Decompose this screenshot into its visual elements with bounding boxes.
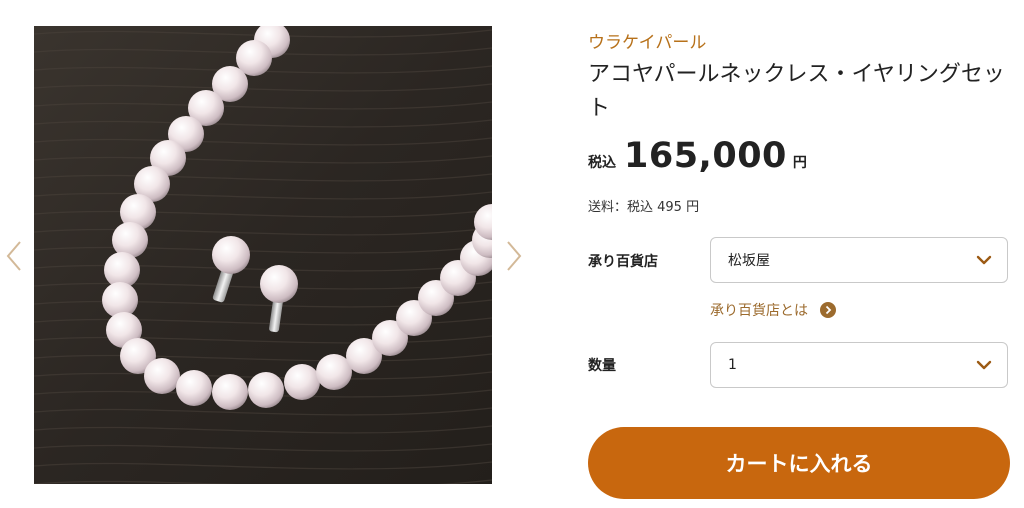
shipping-fee: 送料：税込 495 円 — [588, 200, 700, 215]
store-field-label: 承り百貨店 — [588, 254, 658, 270]
circle-arrow-right-icon — [820, 302, 836, 318]
price-value: 165,000 — [624, 136, 787, 176]
product-image — [34, 26, 492, 484]
product-page: ウラケイパール アコヤパールネックレス・イヤリングセット 税込 165,000 … — [0, 0, 1024, 508]
quantity-select[interactable]: 1 — [710, 342, 1008, 388]
store-select-value: 松坂屋 — [728, 253, 770, 269]
price-row: 税込 165,000 円 — [588, 136, 807, 176]
chevron-left-icon — [6, 241, 21, 271]
chevron-right-icon — [507, 241, 522, 271]
store-select[interactable]: 松坂屋 — [710, 237, 1008, 283]
currency-label: 円 — [792, 155, 807, 171]
quantity-select-value: 1 — [728, 357, 737, 373]
tax-included-label: 税込 — [588, 155, 616, 171]
store-help-link[interactable]: 承り百貨店とは — [710, 300, 836, 320]
add-to-cart-button[interactable]: カートに入れる — [588, 427, 1010, 499]
store-help-label: 承り百貨店とは — [710, 303, 808, 319]
quantity-field-label: 数量 — [588, 358, 616, 374]
pearl-necklace-photo — [34, 26, 492, 484]
chevron-down-icon — [975, 356, 993, 374]
product-title: アコヤパールネックレス・イヤリングセット — [588, 62, 1005, 121]
brand-link[interactable]: ウラケイパール — [588, 28, 706, 53]
chevron-down-icon — [975, 251, 993, 269]
gallery-prev-button[interactable] — [0, 236, 30, 276]
gallery-next-button[interactable] — [498, 236, 528, 276]
